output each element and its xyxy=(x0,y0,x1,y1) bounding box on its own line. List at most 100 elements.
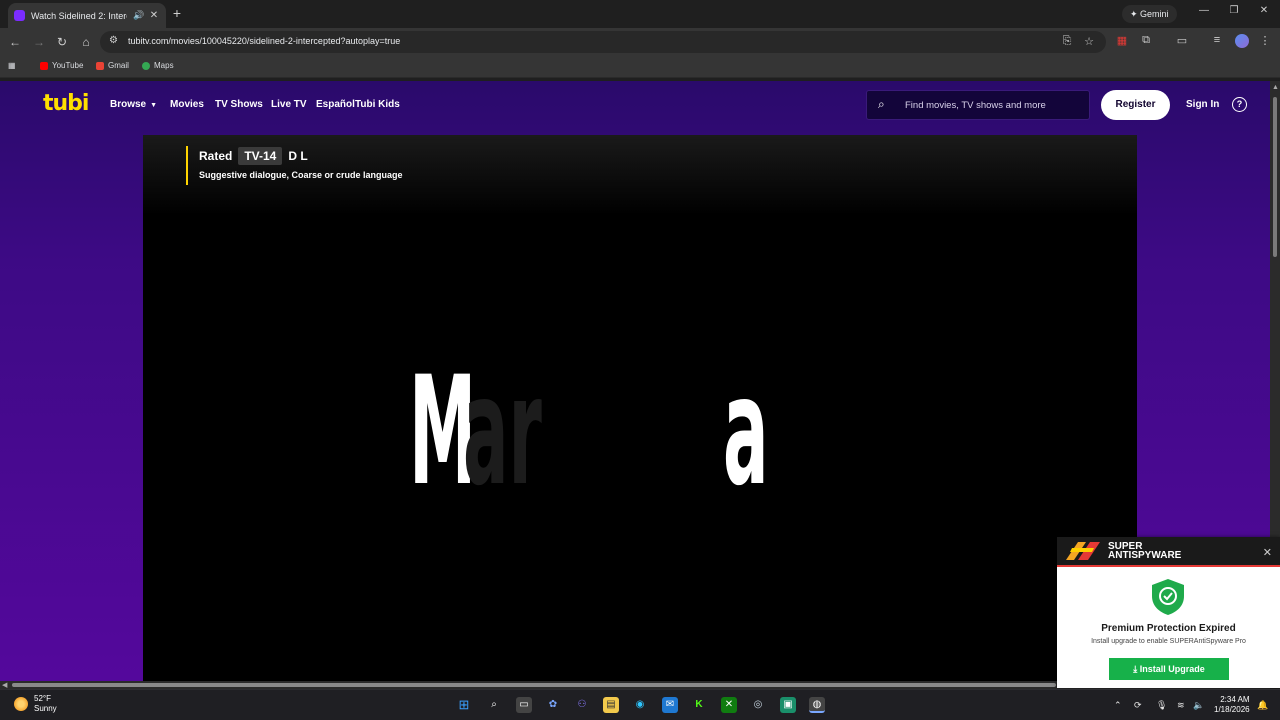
tray-overflow-icon[interactable]: ⌃ xyxy=(1114,700,1122,711)
speaker-icon[interactable]: 🔊 xyxy=(133,10,144,21)
windows-taskbar: 52°F Sunny ⊞ ⌕ ▭ ✿ ⚇ ▤ ◉ ✉ K ✕ ◎ ▣ ◍ ⌃ ⟳… xyxy=(0,689,1280,720)
weather-widget[interactable]: 52°F Sunny xyxy=(14,694,57,714)
popup-heading: Premium Protection Expired xyxy=(1101,623,1236,634)
apps-grid-icon[interactable]: ▦ xyxy=(8,61,16,70)
bookmarks-bar: ▦ YouTube Gmail Maps xyxy=(0,56,1280,78)
youtube-icon xyxy=(40,61,48,70)
chrome-icon[interactable]: ◍ xyxy=(809,697,825,713)
search-placeholder[interactable]: Find movies, TV shows and more xyxy=(905,100,1046,111)
restore-icon[interactable]: ❐ xyxy=(1227,5,1241,16)
nav-tv-shows[interactable]: TV Shows xyxy=(215,99,263,110)
task-view-icon[interactable]: ▭ xyxy=(516,697,532,713)
close-tab-icon[interactable]: ✕ xyxy=(149,10,159,21)
browser-tab-active[interactable]: Watch Sidelined 2: Intercepted 🔊 ✕ xyxy=(8,3,166,28)
bookmark-star-icon[interactable]: ☆ xyxy=(1082,35,1096,48)
gmail-icon xyxy=(96,61,104,70)
cast-icon[interactable]: ⎘ xyxy=(1060,35,1074,48)
tab-title: Watch Sidelined 2: Intercepted xyxy=(31,10,127,21)
maps-icon xyxy=(142,61,150,70)
tubi-favicon-icon xyxy=(14,10,25,21)
rating-description: Suggestive dialogue, Coarse or crude lan… xyxy=(199,170,403,180)
new-tab-button[interactable]: + xyxy=(170,6,184,20)
copilot-icon[interactable]: ✿ xyxy=(545,697,561,713)
weather-condition: Sunny xyxy=(34,704,57,713)
extensions-puzzle-icon[interactable]: ⧉ xyxy=(1138,34,1154,47)
xbox-icon[interactable]: ✕ xyxy=(721,697,737,713)
browser-tab-strip: Watch Sidelined 2: Intercepted 🔊 ✕ + ✦ G… xyxy=(0,0,1280,28)
volume-icon[interactable]: 🔈 xyxy=(1193,700,1204,711)
notification-bell-icon[interactable]: 🔔 xyxy=(1257,700,1268,711)
bookmark-label: YouTube xyxy=(52,61,84,70)
tubi-logo[interactable]: tubi xyxy=(43,91,89,116)
content-rating: Rated TV-14 D L Suggestive dialogue, Coa… xyxy=(186,146,403,185)
video-frame-letter: a xyxy=(723,345,769,519)
rating-codes: D L xyxy=(288,149,308,163)
nav-browse-label: Browse xyxy=(110,99,147,110)
install-upgrade-button[interactable]: ⤓ Install Upgrade xyxy=(1109,658,1229,680)
app-icon[interactable]: ▣ xyxy=(780,697,796,713)
bookmark-gmail[interactable]: Gmail xyxy=(96,61,129,70)
url-text[interactable]: tubitv.com/movies/100045220/sidelined-2-… xyxy=(128,36,400,46)
shield-check-icon xyxy=(1152,579,1184,615)
clock-date: 1/18/2026 xyxy=(1214,705,1250,714)
split-view-icon[interactable]: ▭ xyxy=(1174,34,1190,47)
gemini-button[interactable]: ✦ Gemini xyxy=(1122,5,1177,23)
video-frame-letters-faded: ar xyxy=(463,345,542,519)
nav-tubi-kids[interactable]: Tubi Kids xyxy=(355,99,400,110)
popup-brand-bar: SUPER ANTISPYWARE ✕ xyxy=(1057,537,1280,567)
forward-icon[interactable]: → xyxy=(31,34,47,50)
edge-icon[interactable]: ◉ xyxy=(632,697,648,713)
help-icon[interactable]: ? xyxy=(1232,97,1247,112)
minimize-icon[interactable]: — xyxy=(1197,5,1211,16)
reload-icon[interactable]: ↻ xyxy=(54,34,70,50)
nav-movies[interactable]: Movies xyxy=(170,99,204,110)
menu-dots-icon[interactable]: ⋮ xyxy=(1257,34,1273,47)
steam-icon[interactable]: ◎ xyxy=(750,697,766,713)
sign-in-link[interactable]: Sign In xyxy=(1186,99,1219,110)
site-info-icon[interactable]: ⚙ xyxy=(109,35,118,46)
nav-browse[interactable]: Browse ▼ xyxy=(110,99,157,110)
install-upgrade-label: Install Upgrade xyxy=(1139,664,1205,674)
bookmark-maps[interactable]: Maps xyxy=(142,61,174,70)
search-icon: ⌕ xyxy=(878,97,885,111)
gemini-label: Gemini xyxy=(1140,9,1169,19)
media-control-icon[interactable]: ≡ xyxy=(1209,34,1225,46)
browser-toolbar: ← → ↻ ⌂ ⚙ tubitv.com/movies/100045220/si… xyxy=(0,28,1280,56)
close-window-icon[interactable]: ✕ xyxy=(1257,5,1271,16)
extension-icon[interactable]: ▦ xyxy=(1114,34,1130,47)
bookmark-youtube[interactable]: YouTube xyxy=(40,61,83,70)
teams-icon[interactable]: ⚇ xyxy=(574,697,590,713)
tubi-header: tubi Browse ▼ Movies TV Shows Live TV Esp… xyxy=(0,81,1270,129)
brand-line-2: ANTISPYWARE xyxy=(1108,550,1182,561)
register-button[interactable]: Register xyxy=(1101,90,1170,120)
bookmark-label: Maps xyxy=(154,61,174,70)
microphone-icon[interactable]: 🎙 xyxy=(1156,700,1167,711)
kick-icon[interactable]: K xyxy=(691,697,707,713)
address-bar[interactable]: ⚙ tubitv.com/movies/100045220/sidelined-… xyxy=(100,31,1106,53)
windows-start-icon[interactable]: ⊞ xyxy=(456,697,472,713)
nav-espanol[interactable]: Español xyxy=(316,99,355,110)
scrollbar-thumb[interactable] xyxy=(12,683,1056,687)
close-icon[interactable]: ✕ xyxy=(1263,546,1272,559)
search-icon[interactable]: ⌕ xyxy=(486,697,502,713)
scrollbar-thumb[interactable] xyxy=(1273,97,1277,257)
wifi-icon[interactable]: ≋ xyxy=(1177,700,1185,711)
antispyware-popup: SUPER ANTISPYWARE ✕ Premium Protection E… xyxy=(1057,537,1280,688)
weather-temperature: 52°F xyxy=(34,694,51,703)
scroll-left-icon[interactable]: ◀ xyxy=(2,681,7,689)
superantispyware-logo-icon xyxy=(1066,542,1100,560)
video-player[interactable]: Rated TV-14 D L Suggestive dialogue, Coa… xyxy=(143,135,1137,681)
file-explorer-icon[interactable]: ▤ xyxy=(603,697,619,713)
profile-avatar[interactable] xyxy=(1235,34,1249,48)
mail-icon[interactable]: ✉ xyxy=(662,697,678,713)
sync-icon[interactable]: ⟳ xyxy=(1134,700,1142,711)
search-box[interactable]: ⌕ Find movies, TV shows and more xyxy=(866,90,1090,120)
nav-live-tv[interactable]: Live TV xyxy=(271,99,307,110)
sun-icon xyxy=(14,697,28,711)
home-icon[interactable]: ⌂ xyxy=(78,34,94,50)
clock-time: 2:34 AM xyxy=(1220,695,1250,704)
system-clock[interactable]: 2:34 AM 1/18/2026 xyxy=(1214,695,1250,715)
chevron-down-icon: ▼ xyxy=(150,102,158,109)
back-icon[interactable]: ← xyxy=(7,34,23,50)
scroll-up-icon[interactable]: ▲ xyxy=(1272,84,1279,91)
